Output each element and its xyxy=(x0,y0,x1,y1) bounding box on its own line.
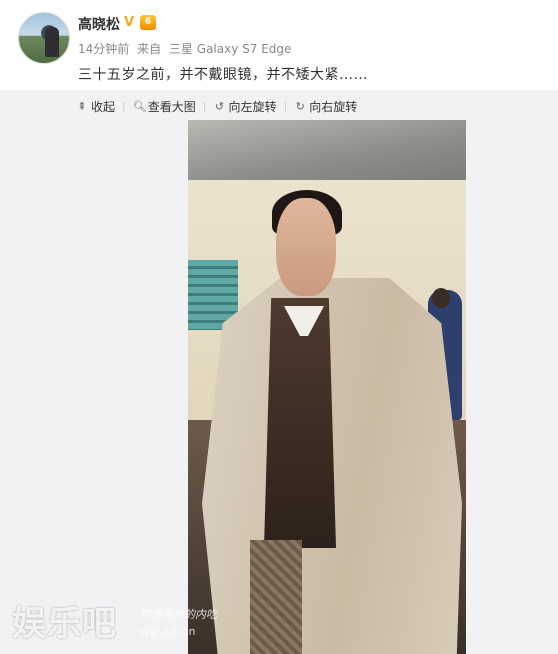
rotate-right-icon: ↻ xyxy=(295,99,305,113)
toolbar-divider: | xyxy=(122,99,126,113)
view-large-label: 查看大图 xyxy=(147,99,196,114)
post-content: 三十五岁之前，并不戴眼镜，并不矮大紧…… xyxy=(78,67,368,83)
rotate-right-label: 向右旋转 xyxy=(309,99,358,114)
user-avatar[interactable] xyxy=(18,12,70,64)
rotate-left-button[interactable]: ↺ 向左旋转 xyxy=(213,98,277,115)
rotate-right-button[interactable]: ↻ 向右旋转 xyxy=(294,98,358,115)
level-badge-icon[interactable]: 6 xyxy=(140,15,156,30)
post-photo[interactable] xyxy=(188,120,466,654)
verified-badge-icon[interactable]: V xyxy=(124,15,134,30)
media-toolbar: ⇞ 收起 | 🔍︎ 查看大图 | ↺ 向左旋转 | ↻ 向右旋转 xyxy=(76,96,357,116)
watermark-url: ww.sz.cn xyxy=(140,625,197,638)
view-large-button[interactable]: 🔍︎ 查看大图 xyxy=(133,98,196,115)
collapse-label: 收起 xyxy=(91,99,116,114)
source-device: 三星 Galaxy S7 Edge xyxy=(168,42,292,56)
username-link[interactable]: 高晓松 xyxy=(78,14,120,34)
collapse-icon: ⇞ xyxy=(77,99,87,113)
rotate-left-label: 向左旋转 xyxy=(228,99,277,114)
watermark-tagline: 你懂得你的内吃 xyxy=(140,608,217,621)
post-meta: 14分钟前 来自 三星 Galaxy S7 Edge xyxy=(78,40,295,57)
watermark-logo: 娱乐吧 xyxy=(12,604,117,644)
post-time-link[interactable]: 14分钟前 xyxy=(78,42,129,56)
zoom-icon: 🔍︎ xyxy=(132,99,147,113)
toolbar-divider: | xyxy=(283,99,288,113)
source-prefix: 来自 xyxy=(137,42,162,56)
toolbar-divider: | xyxy=(202,99,207,113)
rotate-left-icon: ↺ xyxy=(214,99,225,113)
post-header: 高晓松 V 6 14分钟前 来自 三星 Galaxy S7 Edge 三十五岁之… xyxy=(0,0,558,90)
collapse-button[interactable]: ⇞ 收起 xyxy=(76,98,115,115)
